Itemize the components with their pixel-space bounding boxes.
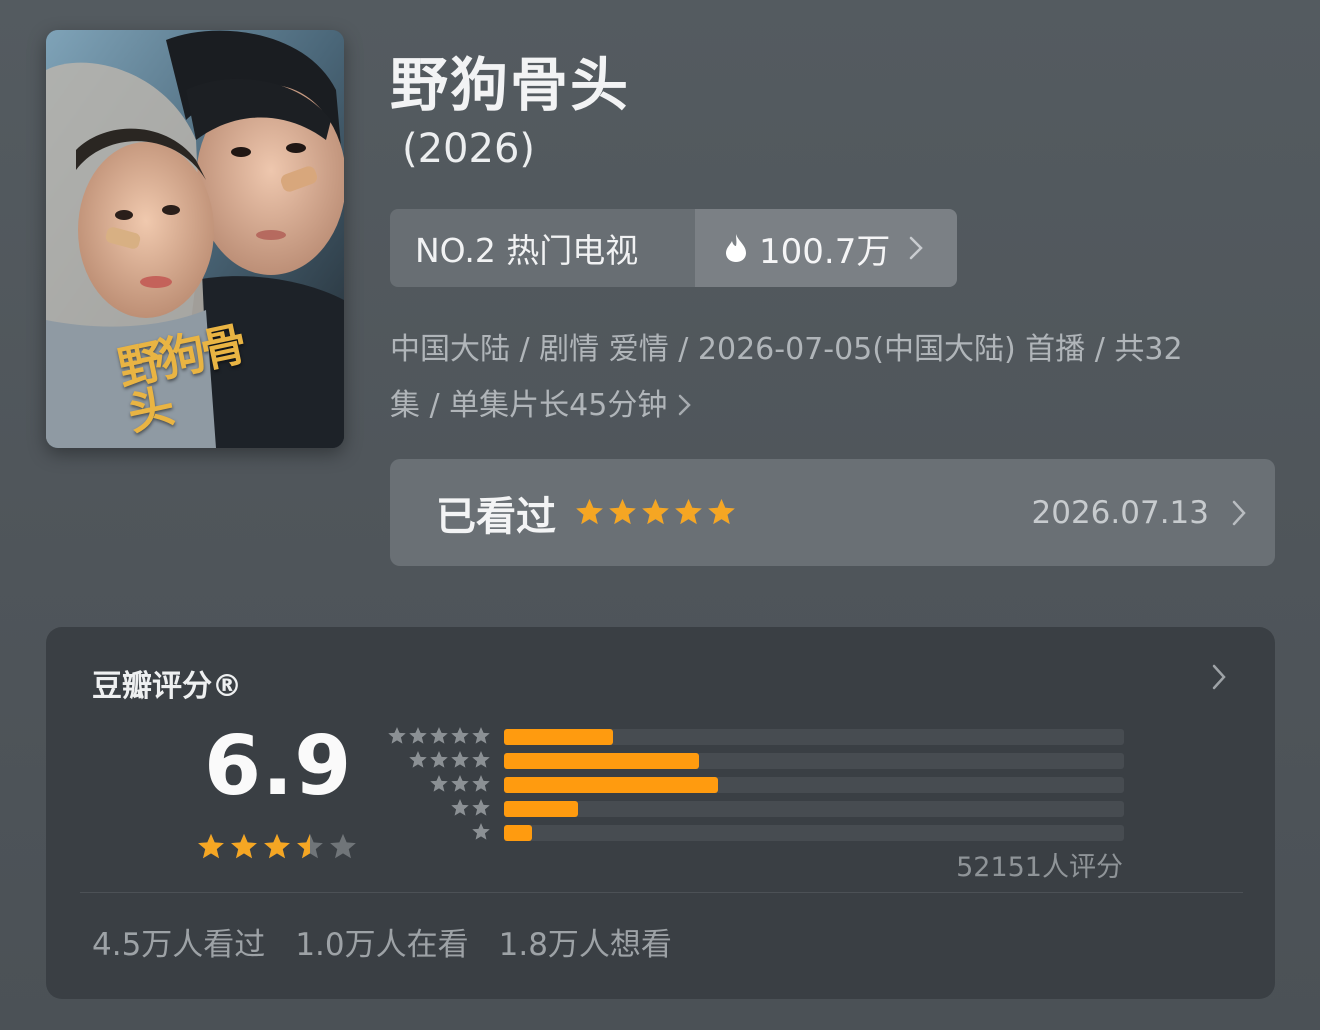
- rating-distribution: [382, 725, 1127, 845]
- star-icon: [264, 833, 290, 859]
- distribution-bar: [504, 777, 718, 793]
- chevron-right-icon: [1232, 500, 1246, 525]
- poster-image[interactable]: 野狗骨头: [46, 30, 344, 448]
- star-icon: [430, 727, 448, 744]
- audience-stats: 4.5万人看过 1.0万人在看 1.8万人想看: [92, 919, 672, 964]
- star-icon: [451, 751, 469, 768]
- fire-icon: [726, 234, 746, 262]
- star-icon: [642, 498, 669, 525]
- star-icon: [472, 775, 490, 792]
- distribution-bar: [504, 801, 579, 817]
- star-icon: [198, 833, 224, 859]
- star-icon: [472, 751, 490, 768]
- meta-line-1: 中国大陆 / 剧情 爱情 / 2026-07-05(中国大陆) 首播 / 共32: [390, 332, 1183, 367]
- distribution-row: [382, 773, 1127, 797]
- watched-date: 2026.07.13: [1031, 494, 1210, 531]
- star-icon: [472, 727, 490, 744]
- heat-count: 100.7万: [695, 209, 957, 287]
- star-icon: [708, 498, 735, 525]
- star-icon: [609, 498, 636, 525]
- rating-card-title: 豆瓣评分®: [92, 669, 242, 704]
- stat-item[interactable]: 4.5万人看过: [92, 919, 265, 964]
- vote-count: 52151人评分: [956, 852, 1123, 883]
- star-icon: [330, 833, 356, 859]
- divider: [80, 892, 1243, 893]
- distribution-row: [382, 725, 1127, 749]
- star-icon: [576, 498, 603, 525]
- ranking-chip[interactable]: NO.2 热门电视 100.7万: [390, 209, 957, 287]
- user-rating-stars: [574, 497, 737, 528]
- chevron-right-icon: [910, 236, 924, 260]
- distribution-row: [382, 821, 1127, 845]
- rating-stars: [196, 832, 358, 862]
- star-icon: [388, 727, 406, 744]
- meta-info[interactable]: 中国大陆 / 剧情 爱情 / 2026-07-05(中国大陆) 首播 / 共32…: [390, 322, 1270, 434]
- distribution-bar: [504, 825, 532, 841]
- distribution-star-label: [387, 726, 491, 746]
- watched-label: 已看过: [436, 493, 556, 540]
- douban-rating-card[interactable]: 豆瓣评分® 6.9 52151人评分 4.5万人看过 1.0万人在看 1.8万人想看: [46, 627, 1275, 999]
- distribution-star-label: [408, 750, 491, 770]
- distribution-star-label: [429, 774, 491, 794]
- distribution-row: [382, 797, 1127, 821]
- page-title: 野狗骨头: [390, 51, 631, 119]
- chevron-right-icon[interactable]: [1211, 663, 1227, 691]
- release-year: (2026): [402, 126, 536, 172]
- distribution-row: [382, 749, 1127, 773]
- heat-value: 100.7万: [759, 231, 891, 272]
- distribution-track: [504, 753, 1124, 769]
- distribution-track: [504, 801, 1124, 817]
- chevron-right-icon: [679, 394, 692, 416]
- star-icon: [409, 751, 427, 768]
- star-icon: [675, 498, 702, 525]
- star-icon: [472, 823, 490, 840]
- watched-status-row[interactable]: 已看过 2026.07.13: [390, 459, 1275, 566]
- star-icon: [451, 727, 469, 744]
- star-icon: [409, 727, 427, 744]
- stat-item[interactable]: 1.8万人想看: [499, 919, 672, 964]
- stat-item[interactable]: 1.0万人在看: [295, 919, 468, 964]
- rank-label: NO.2 热门电视: [390, 209, 695, 287]
- star-icon: [297, 833, 323, 859]
- star-icon: [472, 799, 490, 816]
- star-icon: [231, 833, 257, 859]
- distribution-track: [504, 729, 1124, 745]
- star-icon: [451, 775, 469, 792]
- distribution-bar: [504, 753, 700, 769]
- star-icon: [430, 751, 448, 768]
- distribution-track: [504, 825, 1124, 841]
- star-icon: [430, 775, 448, 792]
- meta-line-2: 集 / 单集片长45分钟: [390, 378, 1270, 434]
- star-icon: [451, 799, 469, 816]
- distribution-star-label: [450, 798, 491, 818]
- rating-score: 6.9: [204, 719, 353, 814]
- distribution-star-label: [471, 822, 491, 842]
- movie-detail-page: 野狗骨头 野狗骨头 (2026) NO.2 热门电视 100.7万 中国大陆 /…: [0, 0, 1320, 1030]
- distribution-track: [504, 777, 1124, 793]
- distribution-bar: [504, 729, 613, 745]
